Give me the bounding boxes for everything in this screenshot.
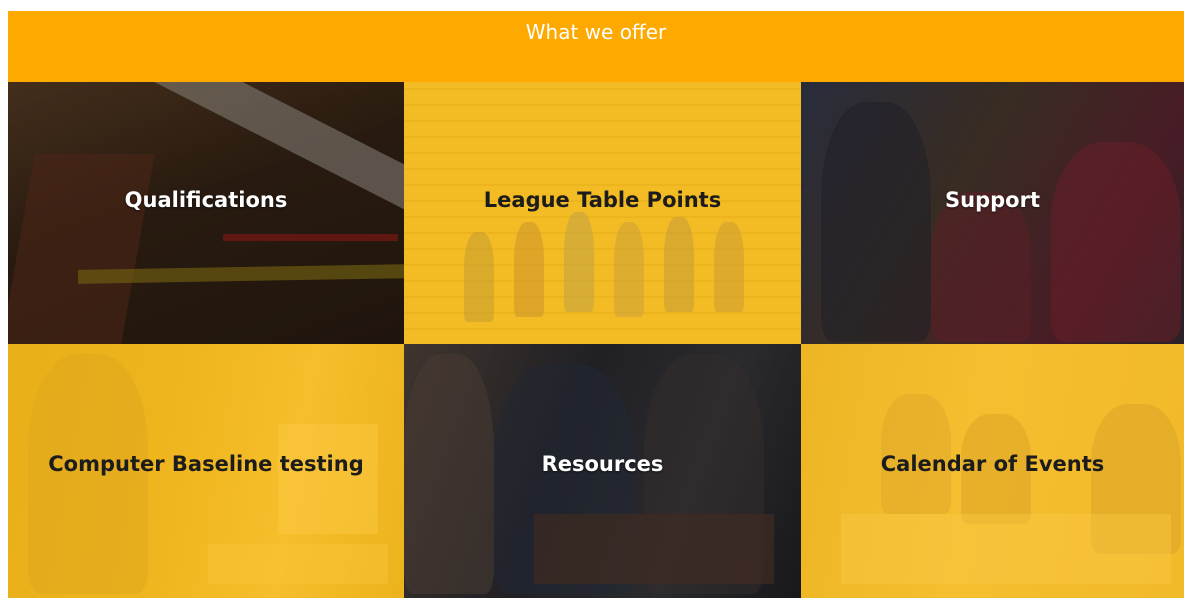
tile-label: Calendar of Events bbox=[880, 452, 1105, 476]
tile-label: Qualifications bbox=[124, 188, 288, 212]
tile-computer-baseline-testing[interactable]: Computer Baseline testing bbox=[8, 344, 404, 598]
tile-qualifications[interactable]: Qualifications bbox=[8, 82, 404, 344]
tile-resources[interactable]: Resources bbox=[404, 344, 801, 598]
tile-overlay bbox=[801, 82, 1184, 344]
page: What we offer Qualifications League Tabl… bbox=[0, 0, 1184, 598]
tile-label: Resources bbox=[541, 452, 664, 476]
section-title: What we offer bbox=[525, 20, 667, 44]
offer-grid: Qualifications League Table Points Suppo… bbox=[8, 82, 1184, 598]
tile-league-table-points[interactable]: League Table Points bbox=[404, 82, 801, 344]
tile-label: League Table Points bbox=[483, 188, 722, 212]
tile-support[interactable]: Support bbox=[801, 82, 1184, 344]
tile-label: Computer Baseline testing bbox=[48, 452, 364, 476]
tile-label: Support bbox=[945, 188, 1040, 212]
section-banner: What we offer bbox=[8, 11, 1184, 82]
tile-calendar-of-events[interactable]: Calendar of Events bbox=[801, 344, 1184, 598]
tile-overlay bbox=[8, 82, 404, 344]
tile-overlay bbox=[404, 82, 801, 344]
